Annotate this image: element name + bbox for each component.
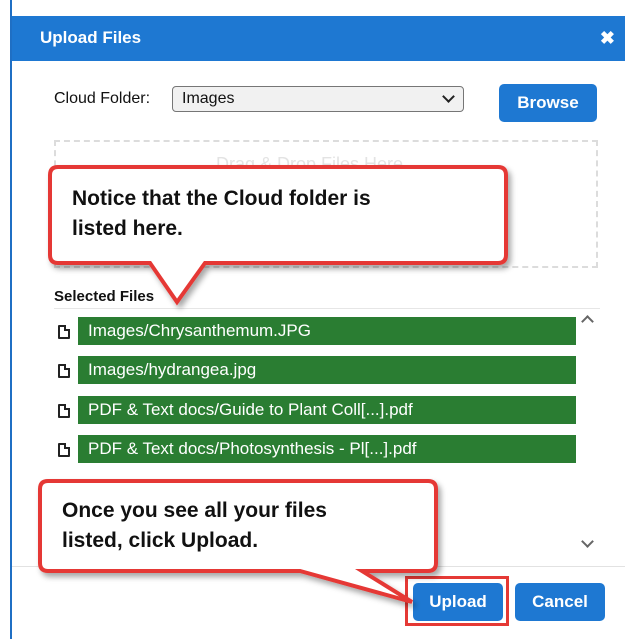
callout-bottom-text: Once you see all your files listed, clic… <box>62 496 442 556</box>
callout-top-line1: Notice that the Cloud folder is <box>72 187 371 210</box>
callout-bottom-line2: listed, click Upload. <box>62 529 259 552</box>
callout-top-line2: listed here. <box>72 217 183 240</box>
callout-bottom-line1: Once you see all your files <box>62 499 327 522</box>
callout-top-text: Notice that the Cloud folder is listed h… <box>72 184 492 244</box>
